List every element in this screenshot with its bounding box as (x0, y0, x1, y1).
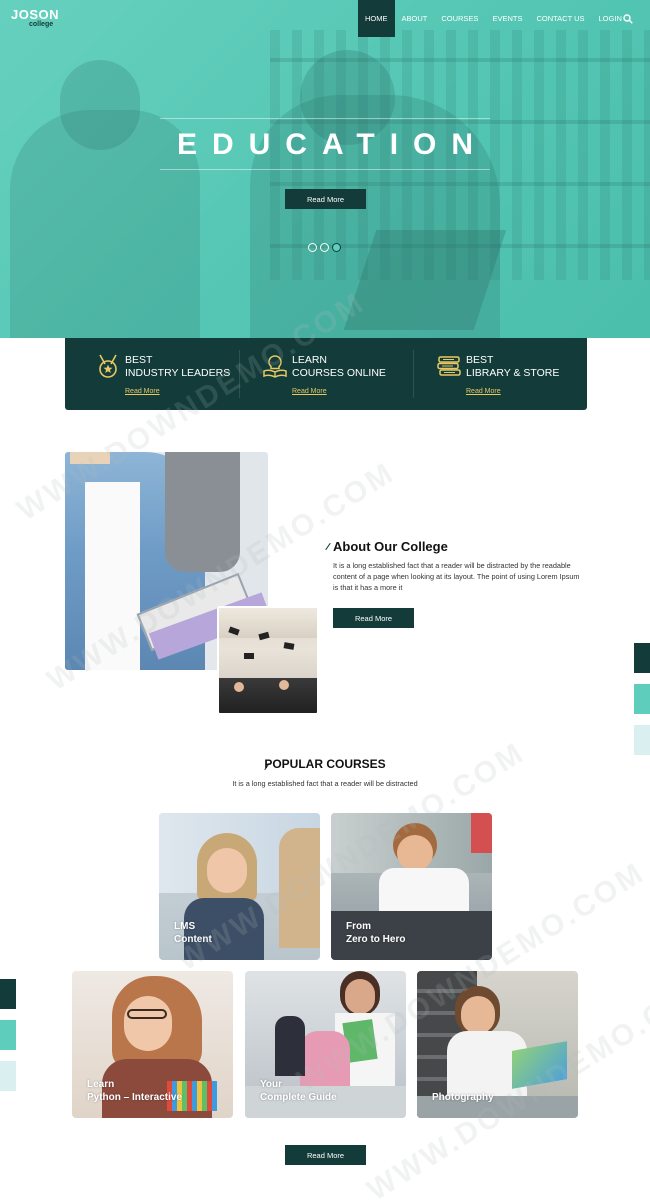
search-icon[interactable] (623, 14, 633, 24)
face-shape (234, 682, 244, 692)
feature-text: BEST LIBRARY & STORE (466, 354, 559, 379)
course-card-label: Photography (432, 1091, 494, 1103)
courses-title: POPULAR COURSES (264, 757, 386, 771)
student-face (207, 848, 247, 893)
hair-shape (70, 452, 110, 464)
cap-shape (244, 653, 254, 659)
feature-line1: BEST (466, 354, 494, 366)
course-card-complete-guide[interactable]: Your Complete Guide (245, 971, 406, 1118)
red-chair (471, 813, 492, 853)
books-stack-icon (437, 356, 461, 376)
about-text: It is a long established fact that a rea… (333, 561, 580, 592)
student-face (397, 835, 433, 871)
backpack-shape (165, 452, 240, 572)
color-swatch-teal[interactable] (0, 1020, 16, 1050)
feature-line2: INDUSTRY LEADERS (125, 366, 231, 379)
nav-courses[interactable]: COURSES (434, 0, 485, 37)
color-swatch-teal[interactable] (634, 684, 650, 714)
hero-title: EDUCATION (160, 118, 490, 170)
feature-industry-leaders: BEST INDUSTRY LEADERS Read More (65, 338, 239, 410)
course-card-learn-python[interactable]: Learn Python – Interactive (72, 971, 233, 1118)
about-title: About Our College (333, 539, 448, 554)
courses-subtitle: It is a long established fact that a rea… (232, 779, 418, 788)
course-card-label: Your Complete Guide (260, 1079, 337, 1103)
cap-shape (283, 642, 295, 650)
feature-line2: LIBRARY & STORE (466, 366, 560, 379)
slider-dot-active[interactable] (332, 243, 341, 252)
feature-text: BEST INDUSTRY LEADERS (125, 354, 230, 379)
student-side (279, 828, 320, 948)
cap-shape (258, 631, 270, 641)
color-swatch-light[interactable] (634, 725, 650, 755)
feature-line1: LEARN (292, 354, 328, 366)
courses-read-more-button[interactable]: Read More (285, 1145, 366, 1165)
about-read-more-button[interactable]: Read More (333, 608, 414, 628)
course-card-lms-content[interactable]: LMS Content (159, 813, 320, 960)
course-card-label: From Zero to Hero (346, 921, 406, 945)
student-face (345, 979, 375, 1014)
main-nav: HOME ABOUT COURSES EVENTS CONTACT US LOG… (358, 0, 633, 37)
site-logo[interactable]: JOSON college (11, 7, 60, 29)
course-card-photography[interactable]: Photography (417, 971, 578, 1118)
feature-text: LEARN COURSES ONLINE (292, 354, 386, 379)
feature-line2: COURSES ONLINE (292, 366, 386, 379)
color-swatch-dark[interactable] (634, 643, 650, 673)
title-accent (325, 542, 331, 551)
hero-banner: JOSON college HOME ABOUT COURSES EVENTS … (0, 0, 650, 338)
features-bar: BEST INDUSTRY LEADERS Read More LEARN CO… (65, 338, 587, 410)
color-swatch-dark[interactable] (0, 979, 16, 1009)
nav-contact-us[interactable]: CONTACT US (529, 0, 591, 37)
course-card-zero-to-hero[interactable]: From Zero to Hero (331, 813, 492, 960)
feature-library-store: BEST LIBRARY & STORE Read More (413, 338, 587, 410)
student-face (461, 996, 495, 1034)
slider-dot[interactable] (320, 243, 329, 252)
feature-read-more-link[interactable]: Read More (466, 388, 501, 395)
feature-courses-online: LEARN COURSES ONLINE Read More (239, 338, 413, 410)
nav-events[interactable]: EVENTS (485, 0, 529, 37)
student-dark (275, 1016, 305, 1076)
medal-icon (99, 354, 117, 378)
logo-sub: college (29, 21, 54, 28)
feature-line1: BEST (125, 354, 153, 366)
color-swatch-light[interactable] (0, 1061, 16, 1091)
lightbulb-book-icon (263, 355, 287, 378)
feature-read-more-link[interactable]: Read More (125, 388, 160, 395)
about-image-graduation (217, 606, 319, 715)
glasses-shape (127, 1009, 167, 1019)
student-face (124, 996, 172, 1051)
slider-dots (308, 243, 341, 252)
white-shirt-shape (85, 482, 140, 670)
course-card-label: Learn Python – Interactive (87, 1079, 183, 1103)
nav-about[interactable]: ABOUT (395, 0, 435, 37)
logo-name: JOSON (11, 7, 60, 22)
tablet-screen (512, 1041, 567, 1089)
face-shape (279, 680, 289, 690)
hero-read-more-button[interactable]: Read More (285, 189, 366, 209)
nav-home[interactable]: HOME (358, 0, 395, 37)
course-card-label: LMS Content (174, 921, 212, 945)
feature-read-more-link[interactable]: Read More (292, 388, 327, 395)
slider-dot[interactable] (308, 243, 317, 252)
